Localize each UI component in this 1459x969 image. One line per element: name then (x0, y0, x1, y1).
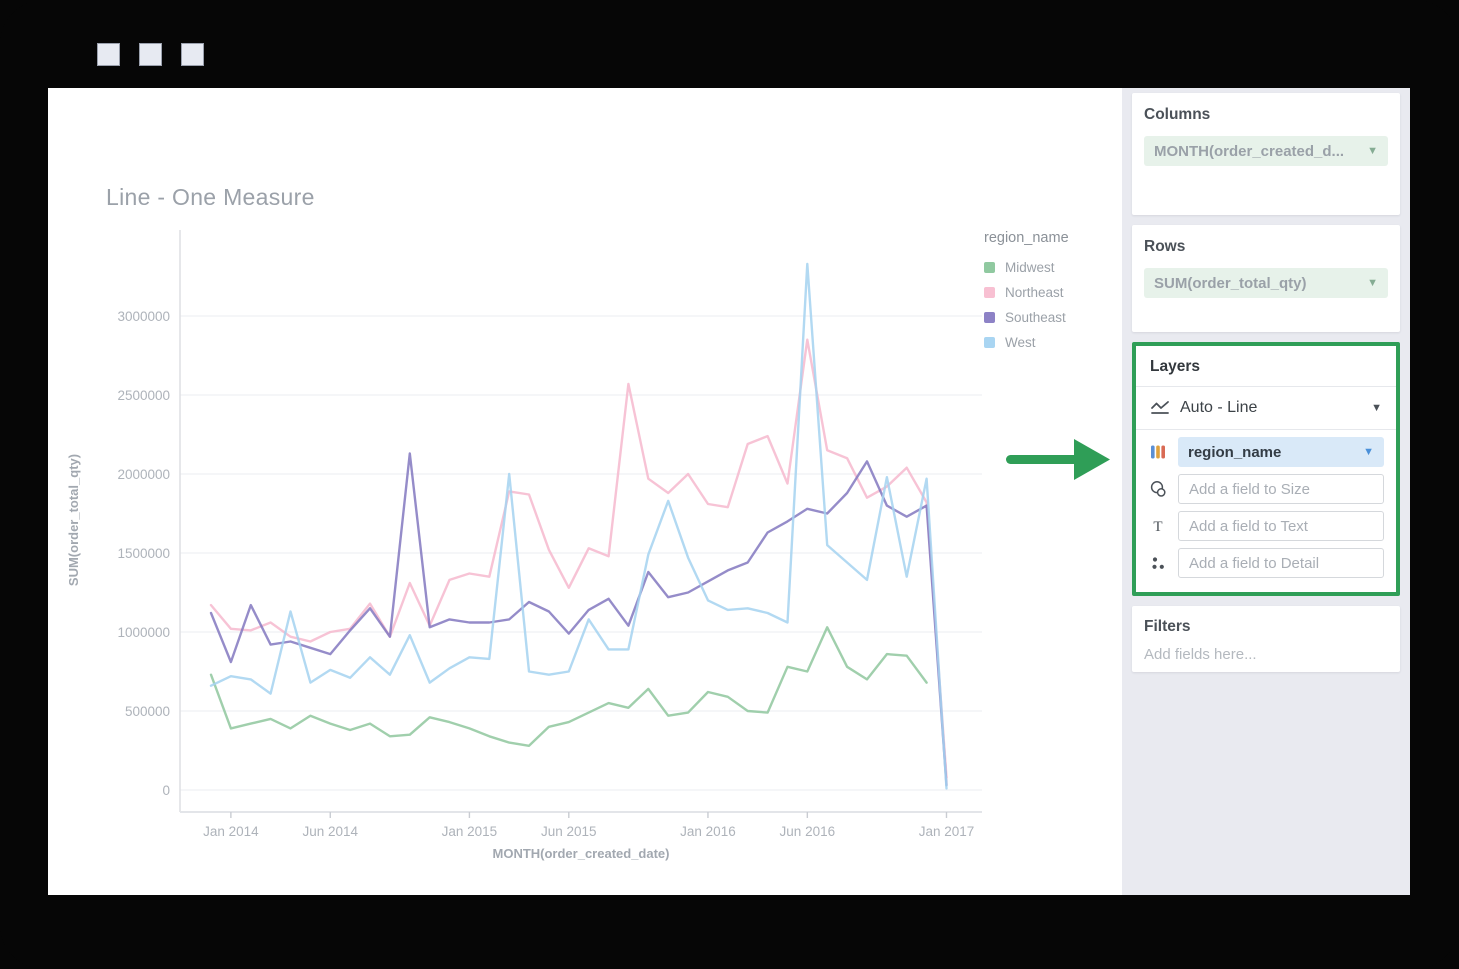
color-field-pill[interactable]: region_name ▼ (1178, 437, 1384, 467)
chart-title: Line - One Measure (106, 184, 315, 211)
detail-dots-icon (1148, 555, 1168, 571)
size-field-input[interactable]: Add a field to Size (1178, 474, 1384, 504)
series-line-northeast (211, 340, 947, 778)
legend-swatch (984, 312, 995, 323)
color-field-label: region_name (1188, 444, 1281, 461)
chevron-down-icon[interactable]: ▼ (1367, 146, 1378, 157)
legend-title: region_name (984, 230, 1124, 246)
layers-header: Layers (1148, 356, 1384, 386)
window-controls (97, 43, 204, 66)
mark-type-label: Auto - Line (1180, 399, 1361, 417)
legend-label: Midwest (1005, 260, 1055, 275)
series-line-southeast (211, 454, 947, 786)
svg-text:2000000: 2000000 (117, 467, 170, 482)
window-control-button[interactable] (181, 43, 204, 66)
color-field-row: region_name ▼ (1148, 437, 1384, 467)
green-arrow-annotation (1000, 436, 1116, 482)
svg-text:Jun 2014: Jun 2014 (302, 824, 358, 839)
detail-field-input[interactable]: Add a field to Detail (1178, 548, 1384, 578)
svg-text:Jan 2015: Jan 2015 (442, 824, 498, 839)
text-field-input[interactable]: Add a field to Text (1178, 511, 1384, 541)
svg-text:Jan 2014: Jan 2014 (203, 824, 259, 839)
svg-text:1500000: 1500000 (117, 546, 170, 561)
series-line-west (211, 264, 947, 789)
svg-text:2500000: 2500000 (117, 388, 170, 403)
svg-text:Jun 2016: Jun 2016 (780, 824, 836, 839)
svg-text:3000000: 3000000 (117, 309, 170, 324)
svg-text:Jan 2017: Jan 2017 (919, 824, 975, 839)
rows-shelf: Rows SUM(order_total_qty) ▼ (1132, 225, 1400, 332)
legend-label: Northeast (1005, 285, 1064, 300)
chevron-down-icon[interactable]: ▼ (1363, 447, 1374, 458)
rows-field-label: SUM(order_total_qty) (1154, 275, 1307, 292)
chevron-down-icon[interactable]: ▼ (1371, 403, 1382, 414)
legend-label: West (1005, 335, 1036, 350)
main-content: Line - One Measure 0 500000 1000000 1500000… (48, 88, 1410, 895)
legend-item: Southeast (984, 310, 1124, 325)
rows-field-pill[interactable]: SUM(order_total_qty) ▼ (1144, 268, 1388, 298)
legend-item: Northeast (984, 285, 1124, 300)
window-control-button[interactable] (139, 43, 162, 66)
legend-label: Southeast (1005, 310, 1066, 325)
svg-text:1000000: 1000000 (117, 625, 170, 640)
svg-text:Jan 2016: Jan 2016 (680, 824, 736, 839)
layers-panel: Layers Auto - Line ▼ (1132, 342, 1400, 596)
color-palette-icon (1148, 444, 1168, 460)
chevron-down-icon[interactable]: ▼ (1367, 278, 1378, 289)
svg-text:MONTH(order_created_date): MONTH(order_created_date) (493, 846, 670, 861)
svg-text:500000: 500000 (125, 704, 170, 719)
mark-type-dropdown[interactable]: Auto - Line ▼ (1148, 387, 1384, 429)
svg-text:0: 0 (162, 783, 170, 798)
app-window: Line - One Measure 0 500000 1000000 1500000… (0, 0, 1459, 969)
filters-header: Filters (1144, 618, 1388, 636)
detail-field-row: Add a field to Detail (1148, 548, 1384, 578)
size-circles-icon (1148, 480, 1168, 498)
field-config-sidebar: Columns MONTH(order_created_d... ▼ Rows … (1122, 88, 1410, 895)
legend-item: West (984, 335, 1124, 350)
legend-swatch (984, 262, 995, 273)
svg-text:T: T (1153, 519, 1162, 534)
series-line-midwest (211, 627, 927, 746)
legend-item: Midwest (984, 260, 1124, 275)
columns-header: Columns (1144, 106, 1388, 124)
filters-drop-zone[interactable]: Add fields here... (1144, 646, 1388, 663)
chart-legend: region_name Midwest Northeast Southeast Wes… (984, 230, 1124, 360)
filters-shelf: Filters Add fields here... (1132, 606, 1400, 672)
text-field-row: T Add a field to Text (1148, 511, 1384, 541)
legend-swatch (984, 337, 995, 348)
svg-text:SUM(order_total_qty): SUM(order_total_qty) (66, 454, 81, 586)
window-control-button[interactable] (97, 43, 120, 66)
line-chart-icon (1150, 400, 1170, 416)
svg-text:Jun 2015: Jun 2015 (541, 824, 597, 839)
columns-field-pill[interactable]: MONTH(order_created_d... ▼ (1144, 136, 1388, 166)
columns-shelf: Columns MONTH(order_created_d... ▼ (1132, 93, 1400, 215)
text-icon: T (1148, 518, 1168, 534)
size-field-row: Add a field to Size (1148, 474, 1384, 504)
legend-items: Midwest Northeast Southeast West (984, 260, 1124, 350)
rows-header: Rows (1144, 238, 1388, 256)
columns-field-label: MONTH(order_created_d... (1154, 143, 1344, 160)
legend-swatch (984, 287, 995, 298)
